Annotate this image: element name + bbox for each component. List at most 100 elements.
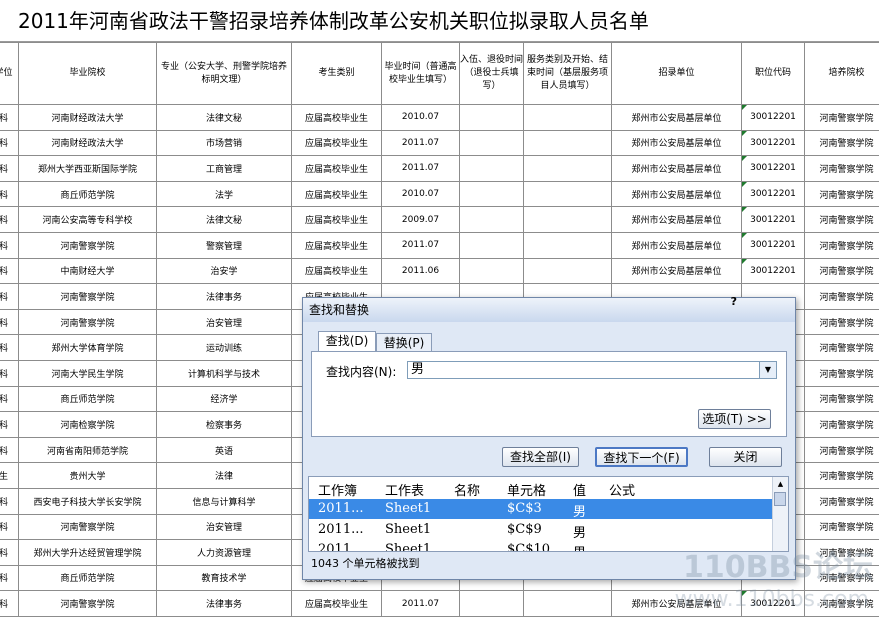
table-cell[interactable]: 商丘师范学院: [19, 181, 157, 207]
options-button[interactable]: 选项(T) >>: [698, 409, 771, 429]
table-cell[interactable]: 河南警察学院: [805, 105, 879, 131]
table-cell[interactable]: 科: [0, 181, 19, 207]
results-column-header[interactable]: 工作表: [385, 480, 424, 499]
table-cell[interactable]: [524, 105, 612, 131]
table-cell[interactable]: 应届高校毕业生: [292, 591, 382, 617]
table-cell[interactable]: 科: [0, 565, 19, 591]
table-cell[interactable]: 河南警察学院: [805, 514, 879, 540]
column-header[interactable]: 毕业院校: [19, 43, 157, 105]
scroll-up-icon[interactable]: ▲: [773, 477, 788, 491]
table-cell[interactable]: 河南检察学院: [19, 412, 157, 438]
table-cell[interactable]: 法律文秘: [157, 207, 292, 233]
table-cell[interactable]: 信息与计算科学: [157, 488, 292, 514]
table-cell[interactable]: 郑州市公安局基层单位: [612, 258, 742, 284]
table-cell[interactable]: 治安管理: [157, 309, 292, 335]
table-cell[interactable]: 市场营销: [157, 130, 292, 156]
table-cell[interactable]: 中南财经大学: [19, 258, 157, 284]
table-cell[interactable]: [460, 156, 524, 182]
column-header[interactable]: 毕业时间（普通高校毕业生填写）: [382, 43, 460, 105]
table-cell[interactable]: 治安管理: [157, 514, 292, 540]
table-cell[interactable]: 郑州市公安局基层单位: [612, 181, 742, 207]
table-cell[interactable]: 科: [0, 591, 19, 617]
table-cell[interactable]: 应届高校毕业生: [292, 181, 382, 207]
table-cell[interactable]: 郑州大学西亚斯国际学院: [19, 156, 157, 182]
table-cell[interactable]: 2011.07: [382, 156, 460, 182]
table-cell[interactable]: 河南警察学院: [805, 130, 879, 156]
table-cell[interactable]: 河南警察学院: [19, 232, 157, 258]
tab-replace[interactable]: 替换(P): [376, 333, 432, 351]
table-cell[interactable]: 河南警察学院: [805, 488, 879, 514]
table-cell[interactable]: 人力资源管理: [157, 540, 292, 566]
table-cell[interactable]: [524, 258, 612, 284]
table-cell[interactable]: 河南警察学院: [805, 412, 879, 438]
table-cell[interactable]: 科: [0, 514, 19, 540]
results-column-header[interactable]: 工作簿: [318, 480, 357, 499]
table-cell[interactable]: 法律: [157, 463, 292, 489]
table-cell[interactable]: 2009.07: [382, 207, 460, 233]
table-cell[interactable]: 生: [0, 463, 19, 489]
table-cell[interactable]: 商丘师范学院: [19, 386, 157, 412]
table-cell[interactable]: 郑州市公安局基层单位: [612, 232, 742, 258]
table-cell[interactable]: [460, 207, 524, 233]
table-cell[interactable]: 科: [0, 309, 19, 335]
column-header[interactable]: 服务类别及开始、结束时间（基层服务项目人员填写）: [524, 43, 612, 105]
table-cell[interactable]: 应届高校毕业生: [292, 130, 382, 156]
table-cell[interactable]: 2010.07: [382, 105, 460, 131]
find-what-input[interactable]: 男 ▼: [407, 361, 777, 379]
table-cell[interactable]: 应届高校毕业生: [292, 105, 382, 131]
table-cell[interactable]: 河南警察学院: [805, 437, 879, 463]
help-icon[interactable]: ?: [731, 295, 737, 308]
dialog-title-bar[interactable]: 查找和替换: [303, 298, 795, 322]
column-header[interactable]: 入伍、退役时间（退役士兵填写）: [460, 43, 524, 105]
table-cell[interactable]: 河南财经政法大学: [19, 130, 157, 156]
results-column-header[interactable]: 名称: [454, 480, 480, 499]
table-cell[interactable]: 河南警察学院: [805, 156, 879, 182]
table-cell[interactable]: 科: [0, 105, 19, 131]
table-cell[interactable]: 应届高校毕业生: [292, 258, 382, 284]
table-cell[interactable]: 计算机科学与技术: [157, 360, 292, 386]
results-column-header[interactable]: 公式: [609, 480, 635, 499]
table-cell[interactable]: [460, 130, 524, 156]
table-cell[interactable]: 2011.07: [382, 232, 460, 258]
table-cell[interactable]: 科: [0, 232, 19, 258]
table-cell[interactable]: 郑州市公安局基层单位: [612, 207, 742, 233]
table-cell[interactable]: 科: [0, 335, 19, 361]
table-cell[interactable]: 30012201: [742, 232, 805, 258]
table-cell[interactable]: 应届高校毕业生: [292, 232, 382, 258]
table-cell[interactable]: 河南公安高等专科学校: [19, 207, 157, 233]
table-cell[interactable]: 科: [0, 412, 19, 438]
table-cell[interactable]: 法律事务: [157, 284, 292, 310]
table-cell[interactable]: 经济学: [157, 386, 292, 412]
table-cell[interactable]: [524, 130, 612, 156]
table-cell[interactable]: [460, 232, 524, 258]
table-cell[interactable]: 郑州市公安局基层单位: [612, 156, 742, 182]
table-cell[interactable]: 法律文秘: [157, 105, 292, 131]
table-cell[interactable]: 河南警察学院: [805, 258, 879, 284]
table-cell[interactable]: 郑州市公安局基层单位: [612, 105, 742, 131]
table-cell[interactable]: [460, 181, 524, 207]
column-header[interactable]: 专业（公安大学、刑警学院培养标明文理）: [157, 43, 292, 105]
table-cell[interactable]: 商丘师范学院: [19, 565, 157, 591]
table-cell[interactable]: 科: [0, 156, 19, 182]
table-cell[interactable]: 法律事务: [157, 591, 292, 617]
table-cell[interactable]: 科: [0, 386, 19, 412]
table-cell[interactable]: 河南警察学院: [805, 360, 879, 386]
table-cell[interactable]: [460, 258, 524, 284]
table-cell[interactable]: 科: [0, 540, 19, 566]
table-cell[interactable]: 2011.07: [382, 130, 460, 156]
table-cell[interactable]: 30012201: [742, 258, 805, 284]
table-cell[interactable]: 科: [0, 130, 19, 156]
results-row[interactable]: 2011... Sheet1 $C$9 男: [309, 520, 776, 540]
table-cell[interactable]: 30012201: [742, 181, 805, 207]
table-cell[interactable]: 法学: [157, 181, 292, 207]
table-cell[interactable]: 河南警察学院: [805, 284, 879, 310]
scroll-thumb[interactable]: [774, 492, 786, 506]
table-cell[interactable]: 教育技术学: [157, 565, 292, 591]
table-cell[interactable]: 科: [0, 284, 19, 310]
chevron-down-icon[interactable]: ▼: [759, 362, 776, 378]
table-cell[interactable]: 30012201: [742, 156, 805, 182]
table-cell[interactable]: 治安学: [157, 258, 292, 284]
table-cell[interactable]: 2011.07: [382, 591, 460, 617]
column-header[interactable]: 职位代码: [742, 43, 805, 105]
table-cell[interactable]: 30012201: [742, 105, 805, 131]
